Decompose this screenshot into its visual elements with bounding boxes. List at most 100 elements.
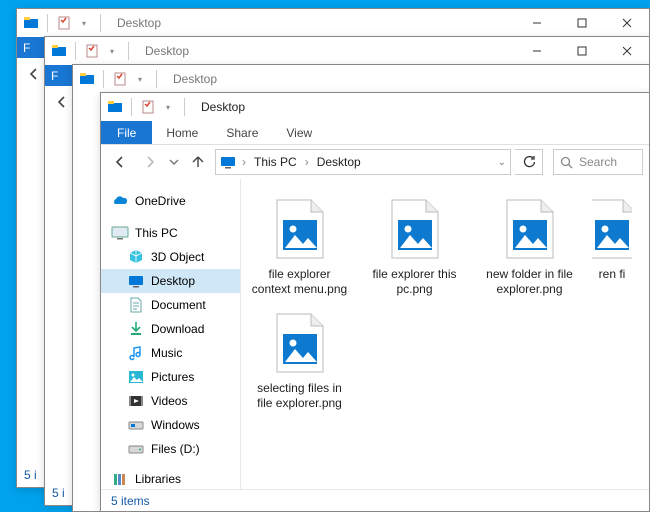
tree-label: Desktop [151,274,195,288]
address-bar[interactable]: › This PC › Desktop ⌄ [215,149,511,175]
breadcrumb-desktop[interactable]: Desktop [315,155,363,169]
file-name: selecting files in file explorer.png [251,381,348,411]
file-list[interactable]: file explorer context menu.png file expl… [241,179,649,489]
drive-icon [127,416,145,434]
tree-label: Files (D:) [151,442,200,456]
qat-dropdown-icon[interactable]: ▾ [160,99,176,115]
ribbon-tab-home[interactable]: Home [152,121,212,144]
tree-downloads[interactable]: Download [101,317,240,341]
file-item[interactable]: file explorer context menu.png [247,193,352,301]
ribbon-tab-view[interactable]: View [272,121,326,144]
breadcrumb-this-pc[interactable]: This PC [252,155,299,169]
chevron-right-icon[interactable]: › [240,155,248,169]
nav-toolbar: › This PC › Desktop ⌄ Search [101,145,649,179]
file-name: ren fi [599,267,626,282]
file-item[interactable]: selecting files in file explorer.png [247,307,352,415]
thispc-icon [111,224,129,242]
file-item[interactable]: file explorer this pc.png [362,193,467,301]
file-name: file explorer context menu.png [251,267,348,297]
file-item[interactable]: ren fi [592,193,632,301]
tree-label: Pictures [151,370,194,384]
tree-desktop[interactable]: Desktop [101,269,240,293]
close-button[interactable] [604,9,649,37]
search-input[interactable]: Search [553,149,643,175]
tree-label: 3D Object [151,250,204,264]
documents-icon [127,296,145,314]
maximize-button[interactable] [559,9,604,37]
tree-label: This PC [135,226,178,240]
ribbon: File Home Share View [101,121,649,145]
qat-dropdown-icon[interactable]: ▾ [132,71,148,87]
minimize-button[interactable] [514,37,559,65]
explorer-window-front: ▾ Desktop File Home Share View › Th [100,92,650,512]
titlebar: ▾ Desktop [45,37,649,65]
back-button-back-1 [26,66,42,82]
minimize-button[interactable] [514,9,559,37]
image-file-icon [268,311,332,375]
tree-videos[interactable]: Videos [101,389,240,413]
tree-drive-windows[interactable]: Windows [101,413,240,437]
search-placeholder: Search [579,155,617,169]
status-bar: 5 items [101,489,649,511]
maximize-button[interactable] [559,37,604,65]
tree-label: Videos [151,394,187,408]
qat-dropdown-icon[interactable]: ▾ [76,15,92,31]
explorer-app-icon [107,99,123,115]
tree-music[interactable]: Music [101,341,240,365]
tree-label: OneDrive [135,194,186,208]
pictures-icon [127,368,145,386]
tree-pictures[interactable]: Pictures [101,365,240,389]
back-button[interactable] [107,149,133,175]
onedrive-icon [111,192,129,210]
qat-properties-icon[interactable] [56,15,72,31]
tree-label: Libraries [135,472,181,486]
close-button[interactable] [604,37,649,65]
up-button[interactable] [185,149,211,175]
window-title: Desktop [139,44,189,58]
tree-label: Windows [151,418,200,432]
window-title: Desktop [195,100,245,114]
downloads-icon [127,320,145,338]
tree-3d-objects[interactable]: 3D Object [101,245,240,269]
file-name: new folder in file explorer.png [481,267,578,297]
recent-locations-button[interactable] [167,149,181,175]
videos-icon [127,392,145,410]
address-dropdown-icon[interactable]: ⌄ [498,157,506,168]
tree-drive-files[interactable]: Files (D:) [101,437,240,461]
titlebar: ▾ Desktop [73,65,649,93]
explorer-app-icon [23,15,39,31]
status-item-count: 5 items [111,494,150,508]
tree-documents[interactable]: Document [101,293,240,317]
window-title: Desktop [167,72,217,86]
file-item[interactable]: new folder in file explorer.png [477,193,582,301]
qat-properties-icon[interactable] [140,99,156,115]
qat-properties-icon[interactable] [112,71,128,87]
image-file-icon [268,197,332,261]
tree-libraries[interactable]: Libraries [101,467,240,489]
navigation-tree[interactable]: OneDrive This PC 3D Object Desktop [101,179,241,489]
tree-label: Download [151,322,204,336]
status-count-back-1: 5 i [24,468,37,482]
image-file-icon [498,197,562,261]
cube-icon [127,248,145,266]
status-count-back-2: 5 i [52,486,65,500]
qat-properties-icon[interactable] [84,43,100,59]
search-icon [560,156,573,169]
refresh-button[interactable] [515,149,543,175]
file-name: file explorer this pc.png [366,267,463,297]
desktop-icon [220,155,236,169]
ribbon-tab-share[interactable]: Share [212,121,272,144]
image-file-icon [592,197,632,261]
forward-button[interactable] [137,149,163,175]
titlebar: ▾ Desktop [17,9,649,37]
music-icon [127,344,145,362]
titlebar[interactable]: ▾ Desktop [101,93,649,121]
ribbon-file-tab[interactable]: File [101,121,152,144]
image-file-icon [383,197,447,261]
tree-label: Document [151,298,206,312]
explorer-app-icon [79,71,95,87]
tree-onedrive[interactable]: OneDrive [101,189,240,213]
qat-dropdown-icon[interactable]: ▾ [104,43,120,59]
tree-this-pc[interactable]: This PC [101,221,240,245]
chevron-right-icon[interactable]: › [303,155,311,169]
